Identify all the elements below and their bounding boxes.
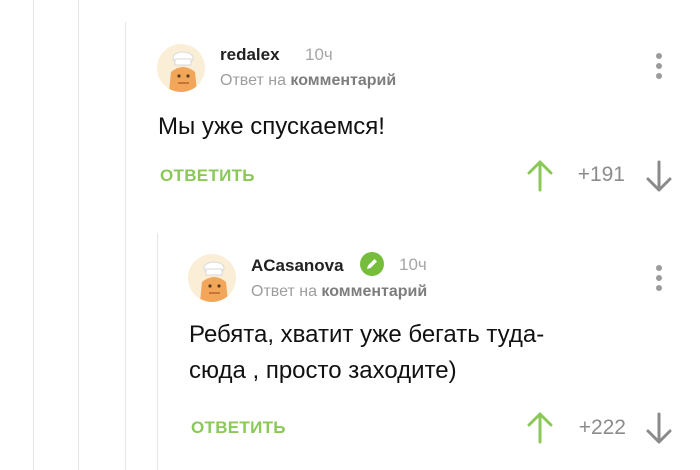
- vote-up-icon[interactable]: [527, 160, 553, 192]
- reply-to-line: Ответ на комментарий: [220, 72, 396, 90]
- comment: redalex 10ч Ответ на комментарий Мы уже …: [0, 0, 700, 220]
- vote-up-icon[interactable]: [527, 412, 553, 444]
- comment-text-line: Ребята, хватит уже бегать туда-: [189, 321, 545, 348]
- author-name[interactable]: redalex: [220, 45, 280, 65]
- more-options-icon[interactable]: [654, 265, 664, 295]
- reply-prefix: Ответ на: [220, 72, 286, 89]
- vote-down-icon[interactable]: [646, 160, 672, 192]
- chef-avatar-icon: [200, 261, 228, 302]
- reply-prefix: Ответ на: [251, 283, 317, 300]
- vote-down-icon[interactable]: [646, 412, 672, 444]
- comment: ACasanova 10ч Ответ на комментарий Ребят…: [0, 220, 700, 470]
- chef-avatar-icon: [169, 51, 197, 92]
- more-options-icon[interactable]: [654, 53, 664, 83]
- rating-value: +191: [577, 163, 625, 186]
- reply-target-link[interactable]: комментарий: [321, 283, 427, 300]
- pencil-icon: [367, 259, 377, 269]
- comment-text: Мы уже спускаемся!: [158, 113, 385, 140]
- author-name[interactable]: ACasanova: [251, 256, 344, 276]
- reply-to-line: Ответ на комментарий: [251, 283, 427, 301]
- comment-time: 10ч: [305, 45, 333, 64]
- reply-button[interactable]: ОТВЕТИТЬ: [160, 166, 255, 186]
- comment-text-line: сюда , просто заходите): [189, 357, 457, 384]
- comment-time: 10ч: [399, 255, 427, 274]
- reply-button[interactable]: ОТВЕТИТЬ: [191, 418, 286, 438]
- verified-badge: [360, 252, 384, 276]
- rating-value: +222: [578, 416, 626, 439]
- comment-text: Ребята, хватит уже бегать туда- сюда , п…: [189, 317, 544, 389]
- avatar[interactable]: [188, 254, 236, 302]
- reply-target-link[interactable]: комментарий: [290, 72, 396, 89]
- avatar[interactable]: [157, 44, 205, 92]
